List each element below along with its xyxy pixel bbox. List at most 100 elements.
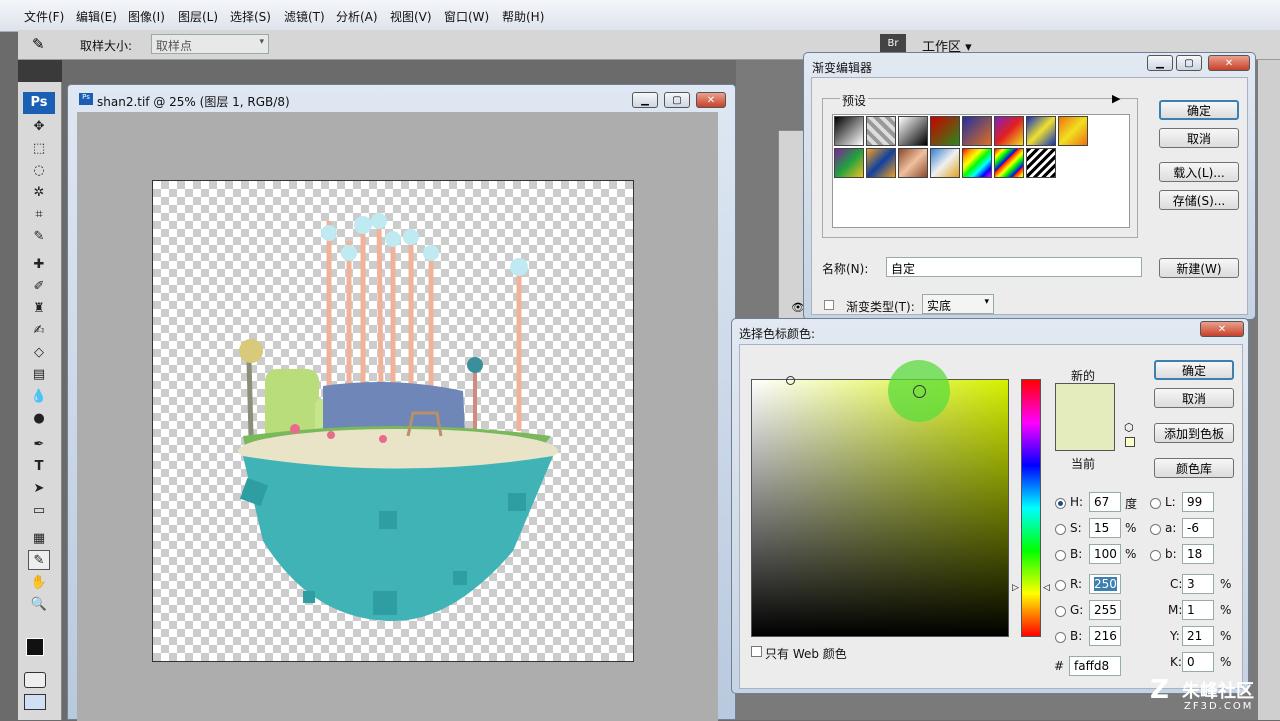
web-safe-swatch-icon[interactable] — [1125, 437, 1135, 447]
hue-field[interactable]: 67 — [1089, 492, 1121, 512]
red-field[interactable]: 250 — [1089, 574, 1121, 594]
history-brush-icon[interactable]: ✍ — [28, 320, 50, 340]
brush-tool-icon[interactable]: ✐ — [28, 276, 50, 296]
gradient-preset[interactable] — [962, 148, 992, 178]
hue-slider-right-arrow-icon[interactable]: ◁ — [1043, 583, 1050, 593]
minimize-button[interactable]: ▁ — [1147, 55, 1173, 71]
hue-slider-left-arrow-icon[interactable]: ▷ — [1012, 583, 1019, 593]
gradient-preset[interactable] — [962, 116, 992, 146]
close-button[interactable]: ✕ — [1208, 55, 1250, 71]
b-radio[interactable] — [1150, 550, 1161, 561]
maximize-button[interactable]: ▢ — [664, 92, 690, 108]
menu-help[interactable]: 帮助(H) — [502, 8, 544, 25]
gradient-preset[interactable] — [930, 148, 960, 178]
blue-radio[interactable] — [1055, 632, 1066, 643]
b-field[interactable]: 18 — [1182, 544, 1214, 564]
color-cancel-button[interactable]: 取消 — [1154, 388, 1234, 408]
stamp-tool-icon[interactable]: ♜ — [28, 298, 50, 318]
path-select-icon[interactable]: ➤ — [28, 478, 50, 498]
marquee-tool-icon[interactable]: ⬚ — [28, 138, 50, 158]
gradient-new-button[interactable]: 新建(W) — [1159, 258, 1239, 278]
crop-tool-icon[interactable]: ⌗ — [28, 204, 50, 224]
gradient-preset[interactable] — [994, 148, 1024, 178]
zoom-tool-icon[interactable]: 🔍 — [28, 594, 50, 614]
menu-analysis[interactable]: 分析(A) — [336, 8, 378, 25]
saturation-radio[interactable] — [1055, 524, 1066, 535]
yellow-field[interactable]: 21 — [1182, 626, 1214, 646]
gradient-preset[interactable] — [834, 116, 864, 146]
color-field-cursor[interactable] — [786, 376, 795, 385]
add-to-swatches-button[interactable]: 添加到色板 — [1154, 423, 1234, 443]
menu-file[interactable]: 文件(F) — [24, 8, 64, 25]
gradient-preset[interactable] — [994, 116, 1024, 146]
blue-field[interactable]: 216 — [1089, 626, 1121, 646]
sample-size-select[interactable]: 取样点 ▾ — [151, 34, 269, 54]
healing-brush-icon[interactable]: ✚ — [28, 254, 50, 274]
out-of-gamut-cube-icon[interactable]: ⬡ — [1124, 421, 1134, 434]
menu-window[interactable]: 窗口(W) — [444, 8, 489, 25]
a-field[interactable]: -6 — [1182, 518, 1214, 538]
hue-radio[interactable] — [1055, 498, 1066, 509]
hex-field[interactable]: faffd8 — [1069, 656, 1121, 676]
saturation-field[interactable]: 15 — [1089, 518, 1121, 538]
lasso-tool-icon[interactable]: ◌ — [28, 160, 50, 180]
hand-tool-icon[interactable]: ✋ — [28, 572, 50, 592]
pen-tool-icon[interactable]: ✒ — [28, 434, 50, 454]
gradient-preset[interactable] — [1026, 116, 1056, 146]
bridge-icon[interactable]: Br — [880, 34, 906, 54]
eyedropper-icon[interactable]: ✎ — [32, 35, 45, 53]
gradient-save-button[interactable]: 存储(S)... — [1159, 190, 1239, 210]
color-ok-button[interactable]: 确定 — [1154, 360, 1234, 380]
gradient-preset[interactable] — [866, 148, 896, 178]
cyan-field[interactable]: 3 — [1182, 574, 1214, 594]
gradient-preset[interactable] — [834, 148, 864, 178]
canvas[interactable] — [152, 180, 634, 662]
close-button[interactable]: ✕ — [696, 92, 726, 108]
eraser-tool-icon[interactable]: ◇ — [28, 342, 50, 362]
type-tool-icon[interactable]: T — [28, 456, 50, 476]
web-only-checkbox[interactable] — [751, 646, 762, 657]
magic-wand-icon[interactable]: ✲ — [28, 182, 50, 202]
screen-mode-icon[interactable] — [24, 694, 46, 710]
menu-image[interactable]: 图像(I) — [128, 8, 165, 25]
gradient-preset[interactable] — [898, 116, 928, 146]
hue-slider[interactable] — [1021, 379, 1041, 637]
active-eyedropper-icon[interactable]: ✎ — [28, 550, 50, 570]
gradient-name-field[interactable]: 自定 — [886, 257, 1142, 277]
minimize-button[interactable]: ▁ — [632, 92, 658, 108]
lightness-field[interactable]: 99 — [1182, 492, 1214, 512]
foreground-color-swatch[interactable] — [26, 638, 44, 656]
color-field[interactable] — [751, 360, 1009, 637]
black-field[interactable]: 0 — [1182, 652, 1214, 672]
dodge-tool-icon[interactable]: ● — [28, 408, 50, 428]
gradient-preset[interactable] — [930, 116, 960, 146]
blur-tool-icon[interactable]: 💧 — [28, 386, 50, 406]
brightness-field[interactable]: 100 — [1089, 544, 1121, 564]
gradient-preset[interactable] — [898, 148, 928, 178]
move-tool-icon[interactable]: ✥ — [28, 116, 50, 136]
magenta-field[interactable]: 1 — [1182, 600, 1214, 620]
close-button[interactable]: ✕ — [1200, 321, 1244, 337]
presets-menu-icon[interactable]: ▶ — [1112, 92, 1120, 105]
gradient-ok-button[interactable]: 确定 — [1159, 100, 1239, 120]
menu-select[interactable]: 选择(S) — [230, 8, 271, 25]
menu-layer[interactable]: 图层(L) — [178, 8, 218, 25]
gradient-tool-icon[interactable]: ▤ — [28, 364, 50, 384]
eyedropper-tool-icon[interactable]: ✎ — [28, 226, 50, 246]
maximize-button[interactable]: ▢ — [1176, 55, 1202, 71]
green-radio[interactable] — [1055, 606, 1066, 617]
gradient-preset[interactable] — [1058, 116, 1088, 146]
menu-edit[interactable]: 编辑(E) — [76, 8, 117, 25]
notes-tool-icon[interactable]: ▦ — [28, 528, 50, 548]
brightness-radio[interactable] — [1055, 550, 1066, 561]
gradient-preset[interactable] — [1026, 148, 1056, 178]
gradient-preset[interactable] — [866, 116, 896, 146]
color-libraries-button[interactable]: 颜色库 — [1154, 458, 1234, 478]
red-radio[interactable] — [1055, 580, 1066, 591]
a-radio[interactable] — [1150, 524, 1161, 535]
gradient-type-checkbox[interactable] — [824, 300, 834, 310]
canvas-area[interactable] — [77, 112, 718, 721]
menu-view[interactable]: 视图(V) — [390, 8, 432, 25]
gradient-cancel-button[interactable]: 取消 — [1159, 128, 1239, 148]
gradient-load-button[interactable]: 载入(L)... — [1159, 162, 1239, 182]
